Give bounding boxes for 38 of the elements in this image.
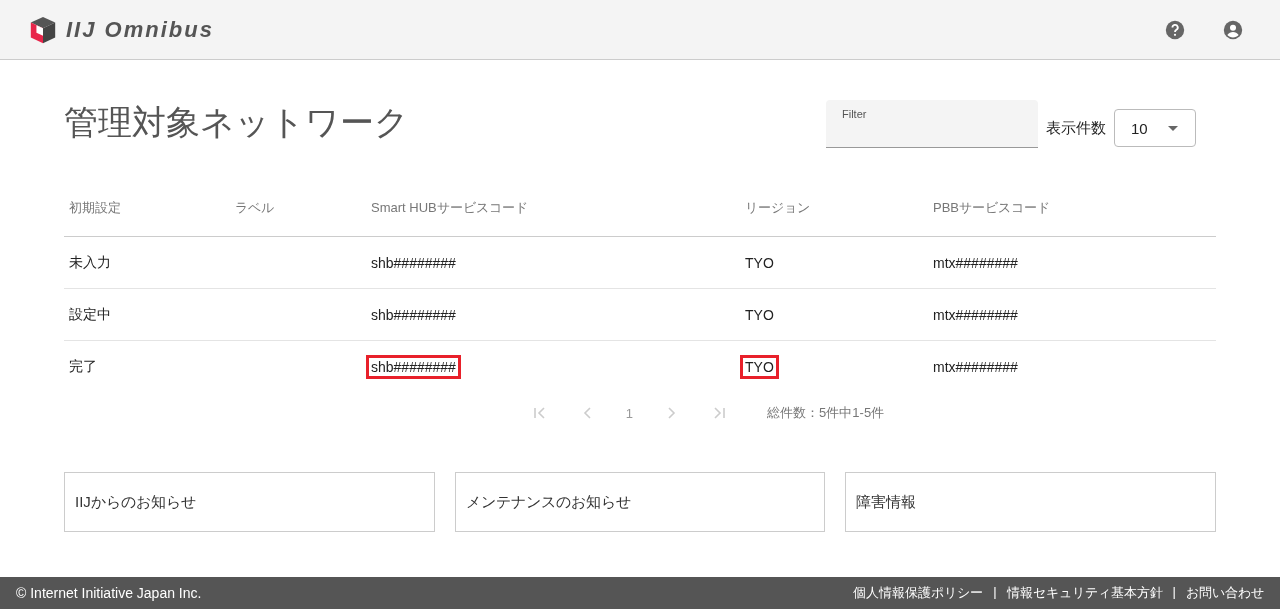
- table-cell-text: shb########: [370, 253, 457, 273]
- table-cell: shb########: [366, 354, 461, 379]
- last-page-icon[interactable]: [711, 405, 728, 421]
- column-header: ラベル: [235, 200, 274, 215]
- table-cell: mtx########: [933, 254, 1018, 271]
- notice-card[interactable]: 障害情報: [845, 472, 1216, 532]
- table-cell: 設定中: [69, 305, 111, 322]
- table-cell: 未入力: [69, 253, 111, 270]
- column-header: 初期設定: [69, 200, 121, 215]
- help-icon[interactable]: [1164, 18, 1186, 41]
- notice-card[interactable]: メンテナンスのお知らせ: [454, 472, 826, 532]
- logo-text: IIJ Omnibus: [66, 16, 214, 43]
- table-cell: mtx########: [933, 306, 1018, 323]
- filter-field[interactable]: Filter: [826, 100, 1038, 148]
- link-separator: |: [993, 584, 997, 601]
- column-header: Smart HUBサービスコード: [371, 200, 528, 215]
- column-header: PBBサービスコード: [933, 200, 1050, 215]
- page-size-select[interactable]: 10: [1114, 109, 1196, 147]
- caret-icon: [1168, 125, 1178, 131]
- first-page-icon[interactable]: [531, 405, 548, 421]
- notice-card[interactable]: IIJからのお知らせ: [64, 472, 435, 532]
- cube-logo-icon: [28, 14, 58, 45]
- link-separator: |: [1172, 584, 1176, 601]
- pagination-summary: 総件数：5件中1-5件: [767, 404, 885, 422]
- footer-link[interactable]: 情報セキュリティ基本方針: [1006, 584, 1163, 602]
- footer-link[interactable]: 個人情報保護ポリシー: [853, 584, 984, 602]
- footer-link[interactable]: お問い合わせ: [1186, 584, 1264, 602]
- column-header: リージョン: [745, 200, 810, 215]
- table-cell-text: TYO: [744, 253, 775, 273]
- table-cell: TYO: [740, 354, 779, 379]
- copyright-text: © Internet Initiative Japan Inc.: [16, 585, 202, 601]
- table-cell-text: shb########: [370, 305, 457, 325]
- page-size-label: 表示件数: [1046, 118, 1106, 138]
- account-icon[interactable]: [1222, 18, 1244, 41]
- page-title: 管理対象ネットワーク: [64, 102, 409, 143]
- table-cell: mtx########: [933, 358, 1018, 375]
- table-cell-text: TYO: [744, 305, 775, 325]
- table-cell: 完了: [69, 357, 97, 374]
